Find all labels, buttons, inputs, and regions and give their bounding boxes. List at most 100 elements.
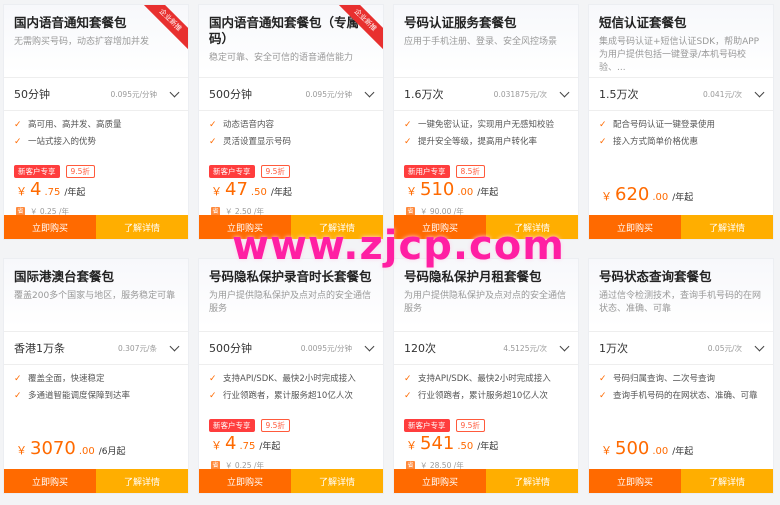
spec-select[interactable]: 50分钟 0.095元/分钟 <box>4 77 188 111</box>
learn-more-button[interactable]: 了解详情 <box>681 215 773 239</box>
currency-symbol: ￥ <box>211 185 222 198</box>
action-buttons: 立即购买 了解详情 <box>4 215 188 239</box>
price-period: /年起 <box>64 188 86 198</box>
price-decimal: .00 <box>457 187 474 198</box>
feature-list: ✓ 覆盖全面，快速稳定 ✓ 多通道智能调度保障到达率 <box>14 371 180 405</box>
feature-list: ✓ 一键免密认证，实现用户无感知校验 ✓ 提升安全等级，提高用户转化率 <box>404 117 570 151</box>
learn-more-button[interactable]: 了解详情 <box>681 469 773 493</box>
unit-price: 0.095元/分钟 <box>110 89 158 99</box>
feature-list: ✓ 支持API/SDK、最快2小时完成接入 ✓ 行业领跑者，累计服务超10亿人次 <box>209 371 375 405</box>
price-decimal: .75 <box>239 441 256 452</box>
badge-row: 新客户专享 9.5折 <box>14 165 95 178</box>
package-card: 国内语音通知套餐包 无需购买号码，动态扩容增加并发 企业新推 50分钟 0.09… <box>3 4 189 240</box>
buy-now-button[interactable]: 立即购买 <box>589 469 681 493</box>
spec-value: 500分钟 <box>209 88 252 101</box>
buy-now-button[interactable]: 立即购买 <box>589 215 681 239</box>
spec-select[interactable]: 120次 4.5125元/次 <box>394 331 578 365</box>
feature-item: ✓ 接入方式简单价格优惠 <box>599 134 765 151</box>
card-header: 号码状态查询套餐包 通过信令检测技术，查询手机号码的在网状态、准确、可靠 <box>589 259 773 327</box>
feature-item: ✓ 一站式接入的优势 <box>14 134 180 151</box>
new-customer-badge: 新用户专享 <box>404 165 450 178</box>
package-card: 短信认证套餐包 集成号码认证+短信认证SDK，帮助APP为用户提供包括一键登录/… <box>588 4 774 240</box>
chevron-down-icon <box>559 341 570 351</box>
check-icon: ✓ <box>404 137 412 147</box>
check-icon: ✓ <box>404 391 412 401</box>
spec-select[interactable]: 1.6万次 0.031875元/次 <box>394 77 578 111</box>
check-icon: ✓ <box>599 391 607 401</box>
price: ￥ 500 .00 /年起 <box>601 438 693 459</box>
spec-value: 1.6万次 <box>404 88 444 101</box>
spec-select[interactable]: 500分钟 0.0095元/分钟 <box>199 331 383 365</box>
buy-now-button[interactable]: 立即购买 <box>199 469 291 493</box>
learn-more-button[interactable]: 了解详情 <box>291 469 383 493</box>
feature-list: ✓ 高可用、高并发、高质量 ✓ 一站式接入的优势 <box>14 117 180 151</box>
price-integer: 47 <box>225 179 248 200</box>
package-card: 国际港澳台套餐包 覆盖200多个国家与地区，服务稳定可靠 香港1万条 0.307… <box>3 258 189 494</box>
currency-symbol: ￥ <box>601 444 612 457</box>
check-icon: ✓ <box>404 374 412 384</box>
chevron-down-icon <box>169 87 180 97</box>
currency-symbol: ￥ <box>601 190 612 203</box>
check-icon: ✓ <box>209 391 217 401</box>
card-description: 无需购买号码，动态扩容增加并发 <box>14 37 150 47</box>
learn-more-button[interactable]: 了解详情 <box>96 469 188 493</box>
spec-select[interactable]: 1万次 0.05元/次 <box>589 331 773 365</box>
card-title: 号码状态查询套餐包 <box>599 269 712 284</box>
buy-now-button[interactable]: 立即购买 <box>394 469 486 493</box>
chevron-down-icon <box>364 87 375 97</box>
spec-select[interactable]: 1.5万次 0.041元/次 <box>589 77 773 111</box>
new-customer-badge: 新客户专享 <box>404 419 450 432</box>
price-period: /6月起 <box>98 447 126 457</box>
learn-more-button[interactable]: 了解详情 <box>486 469 578 493</box>
discount-badge: 9.5折 <box>65 165 95 178</box>
chevron-down-icon <box>559 87 570 97</box>
spec-select[interactable]: 500分钟 0.095元/分钟 <box>199 77 383 111</box>
card-header: 号码认证服务套餐包 应用于手机注册、登录、安全风控场景 <box>394 5 578 73</box>
spec-value: 1.5万次 <box>599 88 639 101</box>
price-period: /年起 <box>672 447 694 457</box>
check-icon: ✓ <box>209 137 217 147</box>
chevron-down-icon <box>754 341 765 351</box>
spec-value: 香港1万条 <box>14 342 65 355</box>
card-description: 为用户提供隐私保护及点对点的安全通信服务 <box>404 291 567 314</box>
currency-symbol: ￥ <box>406 185 417 198</box>
card-header: 短信认证套餐包 集成号码认证+短信认证SDK，帮助APP为用户提供包括一键登录/… <box>589 5 773 73</box>
check-icon: ✓ <box>14 120 22 130</box>
check-icon: ✓ <box>14 374 22 384</box>
action-buttons: 立即购买 了解详情 <box>589 469 773 493</box>
card-description: 通过信令检测技术，查询手机号码的在网状态、准确、可靠 <box>599 291 762 314</box>
price-decimal: .50 <box>457 441 474 452</box>
check-icon: ✓ <box>599 137 607 147</box>
unit-price: 0.041元/次 <box>703 89 742 99</box>
new-customer-badge: 新客户专享 <box>14 165 60 178</box>
feature-item: ✓ 配合号码认证一键登录使用 <box>599 117 765 134</box>
card-description: 稳定可靠、安全可信的语音通信能力 <box>209 53 354 63</box>
price-decimal: .75 <box>44 187 61 198</box>
price: ￥ 541 .50 /年起 <box>406 433 498 454</box>
card-title: 短信认证套餐包 <box>599 15 687 30</box>
action-buttons: 立即购买 了解详情 <box>394 469 578 493</box>
new-customer-badge: 新客户专享 <box>209 165 255 178</box>
package-card: 国内语音通知套餐包（专属号码） 稳定可靠、安全可信的语音通信能力 企业新推 50… <box>198 4 384 240</box>
card-header: 号码隐私保护录音时长套餐包 为用户提供隐私保护及点对点的安全通信服务 <box>199 259 383 327</box>
buy-now-button[interactable]: 立即购买 <box>4 215 96 239</box>
learn-more-button[interactable]: 了解详情 <box>96 215 188 239</box>
feature-list: ✓ 动态语音内容 ✓ 灵活设置显示号码 <box>209 117 375 151</box>
spec-value: 120次 <box>404 342 436 355</box>
package-card: 号码状态查询套餐包 通过信令检测技术，查询手机号码的在网状态、准确、可靠 1万次… <box>588 258 774 494</box>
price-integer: 4 <box>30 179 42 200</box>
price-integer: 541 <box>420 433 455 454</box>
chevron-down-icon <box>364 341 375 351</box>
buy-now-button[interactable]: 立即购买 <box>4 469 96 493</box>
currency-symbol: ￥ <box>16 444 27 457</box>
price-period: /年起 <box>672 193 694 203</box>
card-title: 国内语音通知套餐包（专属号码） <box>209 15 372 46</box>
spec-value: 50分钟 <box>14 88 50 101</box>
check-icon: ✓ <box>209 120 217 130</box>
discount-badge: 9.5折 <box>455 419 485 432</box>
check-icon: ✓ <box>209 374 217 384</box>
spec-select[interactable]: 香港1万条 0.307元/条 <box>4 331 188 365</box>
unit-price: 0.0095元/分钟 <box>300 343 352 353</box>
feature-item: ✓ 行业领跑者，累计服务超10亿人次 <box>209 388 375 405</box>
discount-badge: 8.5折 <box>455 165 485 178</box>
